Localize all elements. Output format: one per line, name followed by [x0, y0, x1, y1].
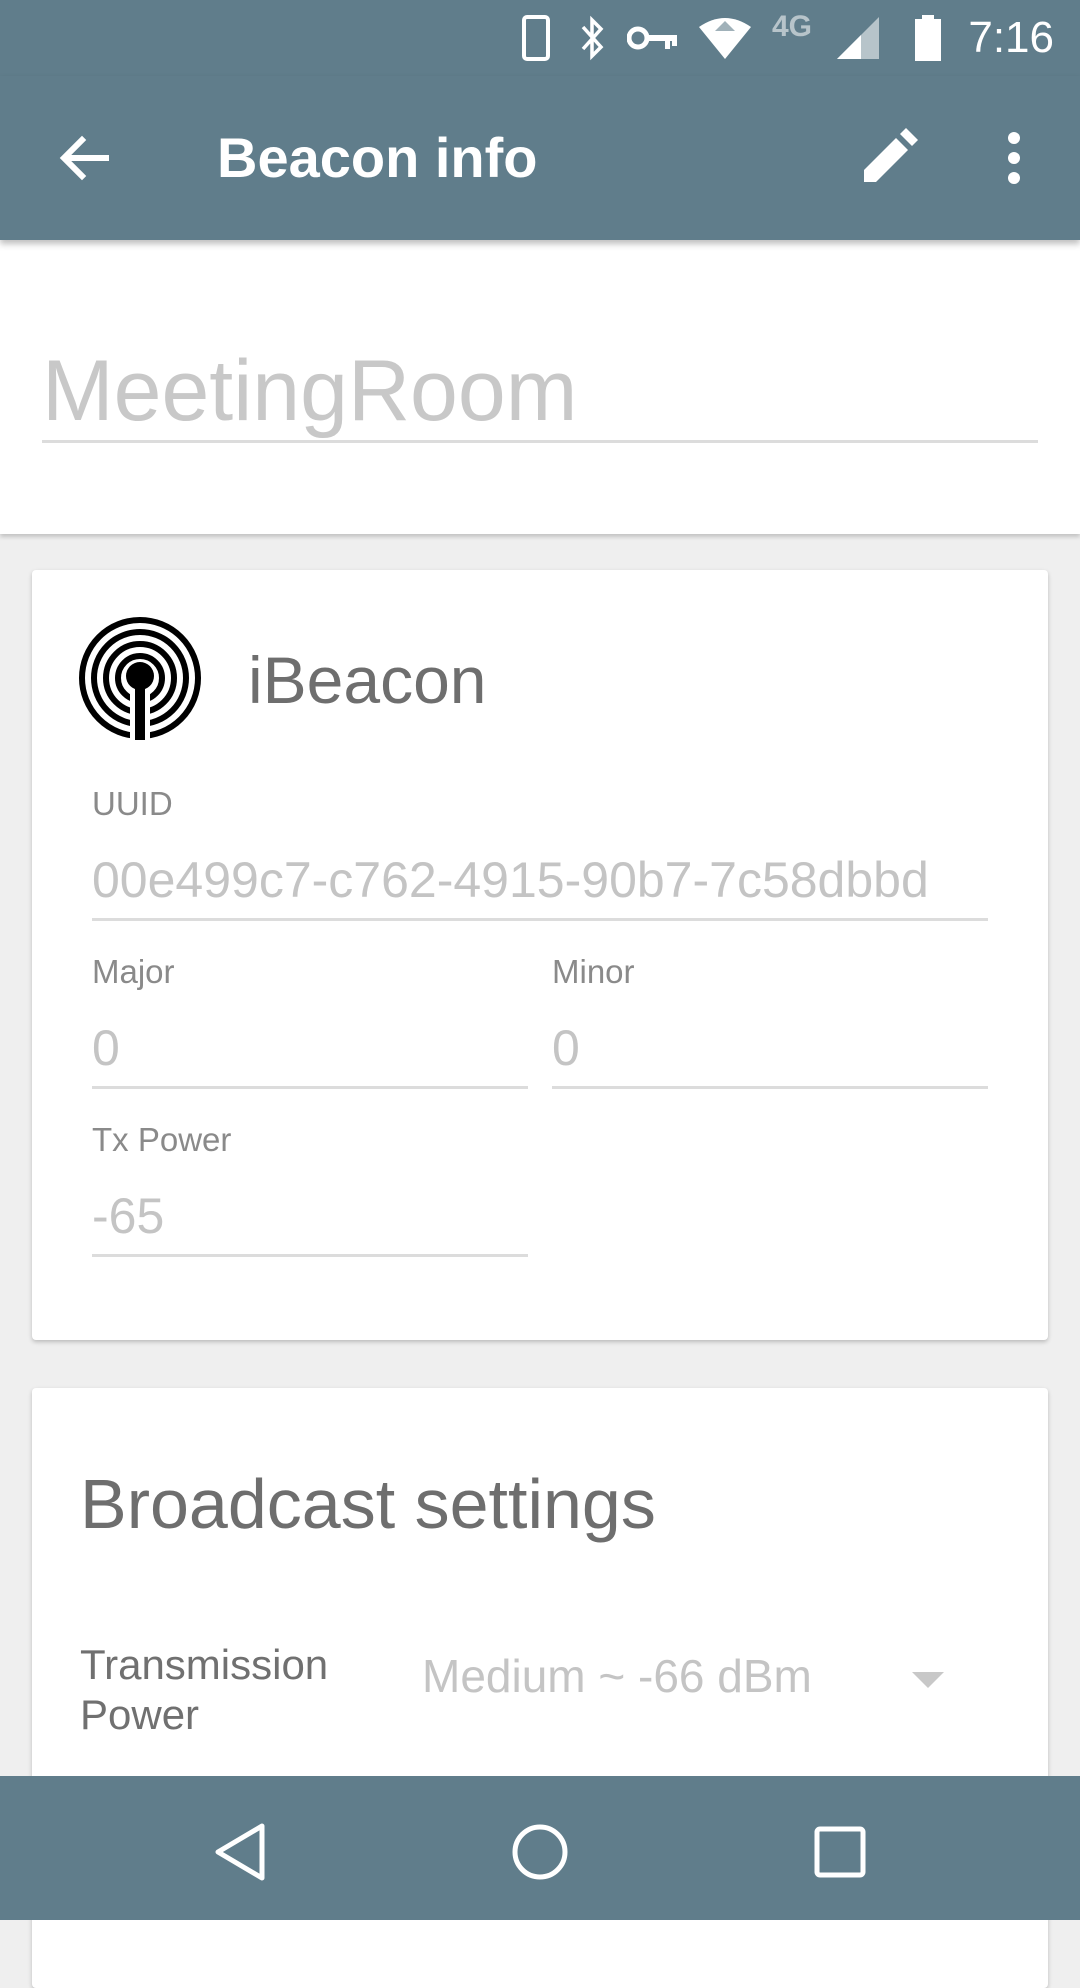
bluetooth-icon — [574, 14, 610, 62]
navigation-bar — [0, 1776, 1080, 1920]
uuid-field[interactable]: 00e499c7-c762-4915-90b7-7c58dbbd — [92, 852, 988, 921]
clock-time: 7:16 — [968, 13, 1054, 62]
page-title: Beacon info — [217, 126, 538, 189]
uuid-label: UUID — [92, 785, 173, 822]
major-field[interactable]: 0 — [92, 1020, 528, 1089]
minor-field[interactable]: 0 — [552, 1020, 988, 1089]
tx-power-field[interactable]: -65 — [92, 1188, 528, 1257]
network-type-label: 4G — [772, 10, 813, 43]
back-arrow-icon[interactable] — [44, 118, 124, 198]
back-triangle-icon[interactable] — [200, 1812, 280, 1892]
beacon-signal-icon — [78, 616, 202, 740]
tx-power-label: Tx Power — [92, 1121, 232, 1158]
transmission-power-label: Transmission Power — [80, 1641, 329, 1738]
ibeacon-card: iBeacon UUID 00e499c7-c762-4915-90b7-7c5… — [32, 570, 1048, 1340]
edit-pencil-icon[interactable] — [848, 118, 928, 198]
beacon-name-section: MeetingRoom — [0, 240, 1080, 534]
beacon-name-field[interactable]: MeetingRoom — [42, 348, 1038, 443]
key-icon — [626, 14, 680, 62]
minor-label: Minor — [552, 953, 635, 990]
recents-square-icon[interactable] — [800, 1812, 880, 1892]
battery-icon — [910, 14, 946, 62]
phone-icon — [518, 14, 554, 62]
transmission-power-dropdown[interactable]: Medium ~ -66 dBm — [422, 1648, 812, 1704]
more-vert-icon[interactable] — [974, 118, 1054, 198]
wifi-icon — [696, 14, 754, 62]
cell-signal-icon — [834, 14, 882, 62]
home-circle-icon[interactable] — [500, 1812, 580, 1892]
app-bar: Beacon info — [0, 76, 1080, 240]
dropdown-arrow-icon[interactable] — [912, 1672, 944, 1688]
ibeacon-title: iBeacon — [248, 643, 487, 717]
status-bar: 4G 7:16 — [0, 0, 1080, 76]
broadcast-settings-title: Broadcast settings — [80, 1465, 656, 1543]
major-label: Major — [92, 953, 175, 990]
